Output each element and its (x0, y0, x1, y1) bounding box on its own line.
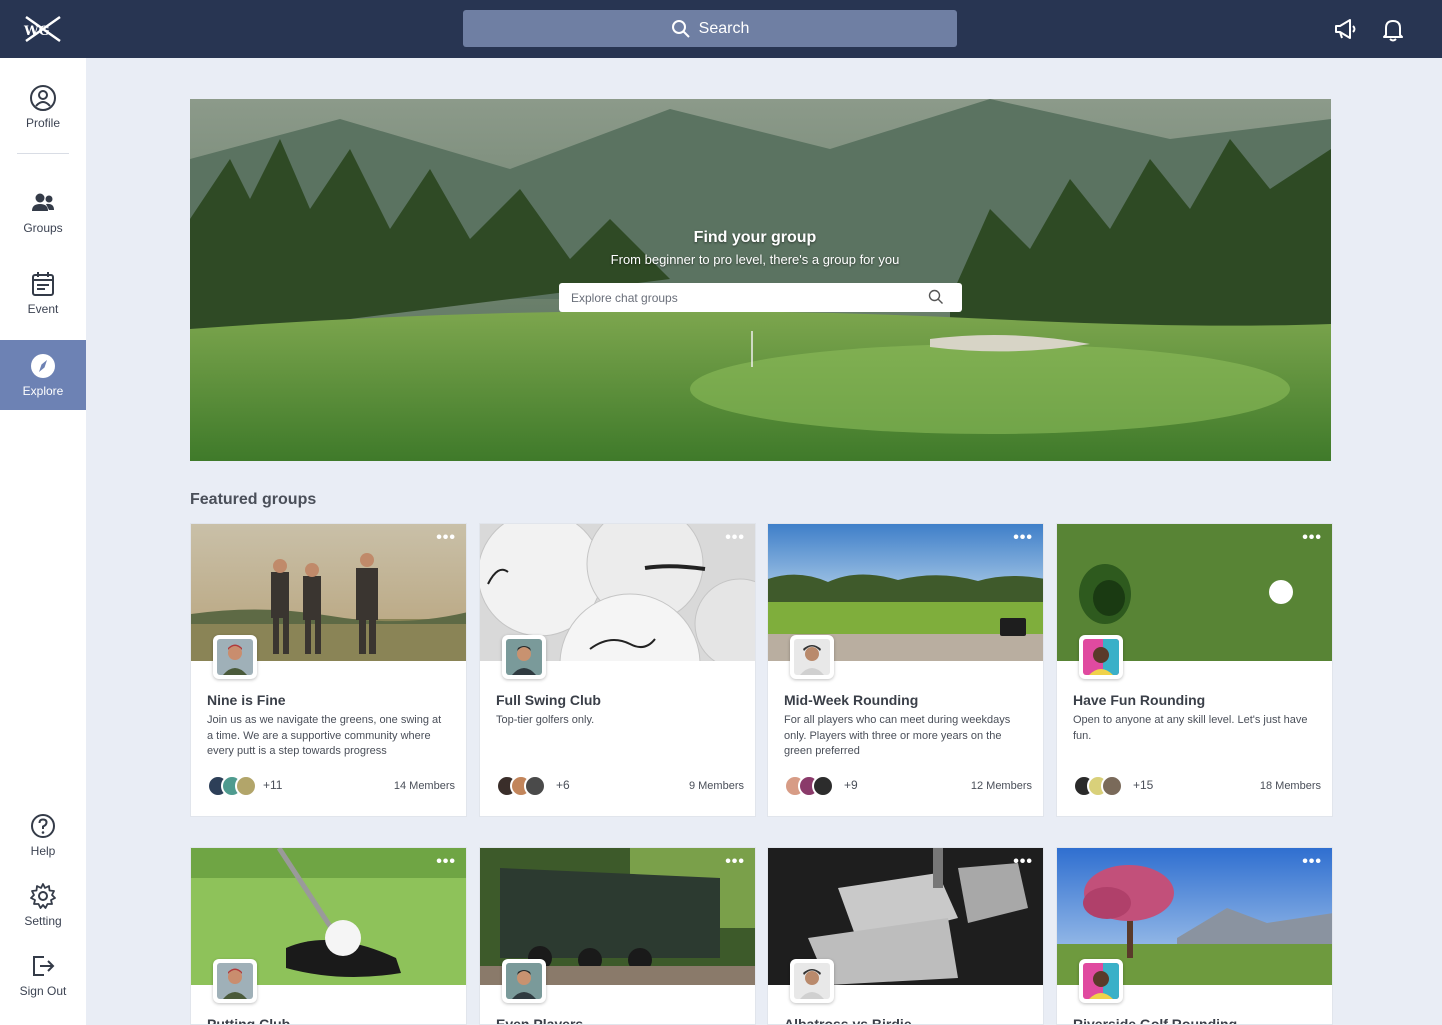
member-count: 18 Members (1259, 780, 1321, 792)
sidebar-item-label: Help (30, 844, 56, 858)
group-avatar (502, 635, 546, 679)
sidebar-item-sign-out[interactable]: Sign Out (0, 952, 86, 998)
extra-member-count: +9 (844, 778, 858, 792)
user-circle-icon (30, 85, 56, 111)
group-name: Mid-Week Rounding (784, 692, 919, 708)
more-options-icon[interactable]: ••• (1013, 530, 1033, 546)
group-name: Riverside Golf Rounding (1073, 1016, 1238, 1025)
calendar-icon (32, 272, 54, 296)
sidebar-item-groups[interactable]: Groups (0, 189, 86, 235)
sidebar-item-explore[interactable]: Explore (0, 340, 86, 410)
hero-subtitle: From beginner to pro level, there's a gr… (610, 252, 900, 267)
svg-text:WG: WG (23, 24, 50, 39)
more-options-icon[interactable]: ••• (725, 854, 745, 870)
sidebar: Profile Groups Event Explore Help Settin… (0, 58, 86, 1025)
sidebar-item-label: Setting (24, 914, 62, 928)
group-avatar (213, 635, 257, 679)
global-search[interactable]: Search (463, 10, 957, 47)
hero-golf-course-image (190, 99, 1331, 461)
group-avatar (1079, 635, 1123, 679)
group-avatar (502, 959, 546, 1003)
group-card[interactable]: ••• Albatross vs Birdie (767, 847, 1044, 1025)
group-card[interactable]: ••• Riverside Golf Rounding (1056, 847, 1333, 1025)
featured-groups-heading: Featured groups (190, 491, 317, 508)
sidebar-divider (17, 153, 69, 154)
more-options-icon[interactable]: ••• (1302, 530, 1322, 546)
member-summary: +9 12 Members (784, 775, 1032, 797)
member-avatar (812, 775, 834, 797)
search-label: Search (698, 19, 750, 37)
help-icon (31, 814, 55, 838)
member-avatar (1101, 775, 1123, 797)
group-description: For all players who can meet during week… (784, 714, 1011, 757)
group-description: Top-tier golfers only. (496, 714, 595, 726)
sidebar-item-help[interactable]: Help (0, 812, 86, 858)
gear-icon (30, 883, 56, 909)
group-avatar (790, 635, 834, 679)
member-summary: +11 14 Members (207, 775, 455, 797)
megaphone-icon[interactable] (1332, 16, 1358, 42)
extra-member-count: +11 (263, 778, 283, 792)
group-name: Have Fun Rounding (1073, 692, 1206, 708)
compass-icon (31, 354, 55, 378)
group-card[interactable]: ••• Full Swing Club Top-tier golfers onl… (479, 523, 756, 817)
member-count: 9 Members (688, 780, 744, 792)
sidebar-item-profile[interactable]: Profile (0, 84, 86, 130)
group-card[interactable]: ••• Mid-Week Rounding For all players wh… (767, 523, 1044, 817)
more-options-icon[interactable]: ••• (725, 530, 745, 546)
users-icon (32, 193, 54, 211)
group-card[interactable]: ••• Putting Club (190, 847, 467, 1025)
extra-member-count: +6 (556, 778, 570, 792)
group-name: Even Players (496, 1016, 584, 1025)
sidebar-item-label: Groups (23, 221, 63, 235)
sidebar-item-label: Explore (22, 384, 64, 398)
sidebar-item-label: Profile (25, 116, 60, 130)
hero-banner: Find your group From beginner to pro lev… (190, 99, 1331, 461)
member-count: 12 Members (970, 780, 1032, 792)
group-avatar (790, 959, 834, 1003)
member-summary: +15 18 Members (1073, 775, 1321, 797)
search-icon (671, 19, 690, 38)
bell-icon[interactable] (1380, 16, 1406, 42)
group-card[interactable]: ••• Nine is Fine Join us as we navigate … (190, 523, 467, 817)
more-options-icon[interactable]: ••• (436, 854, 456, 870)
sidebar-item-setting[interactable]: Setting (0, 882, 86, 928)
more-options-icon[interactable]: ••• (1302, 854, 1322, 870)
group-description: Join us as we navigate the greens, one s… (207, 714, 442, 757)
hero-title: Find your group (693, 229, 817, 246)
top-bar: WG Search (0, 0, 1442, 58)
member-avatar (235, 775, 257, 797)
explore-groups-search-input[interactable] (559, 283, 962, 312)
extra-member-count: +15 (1133, 778, 1154, 792)
group-avatar (213, 959, 257, 1003)
sidebar-item-event[interactable]: Event (0, 270, 86, 316)
member-avatar (524, 775, 546, 797)
group-card[interactable]: ••• Have Fun Rounding Open to anyone at … (1056, 523, 1333, 817)
group-name: Putting Club (207, 1016, 291, 1025)
more-options-icon[interactable]: ••• (1013, 854, 1033, 870)
group-name: Albatross vs Birdie (784, 1016, 912, 1025)
wg-logo[interactable]: WG (22, 13, 64, 45)
sign-out-icon (33, 956, 55, 976)
member-count: 14 Members (393, 780, 455, 792)
group-card[interactable]: ••• Even Players (479, 847, 756, 1025)
group-avatar (1079, 959, 1123, 1003)
group-name: Full Swing Club (496, 692, 601, 708)
member-summary: +6 9 Members (496, 775, 744, 797)
sidebar-item-label: Event (27, 302, 59, 316)
sidebar-item-label: Sign Out (19, 984, 67, 998)
more-options-icon[interactable]: ••• (436, 530, 456, 546)
group-description: Open to anyone at any skill level. Let's… (1073, 714, 1308, 742)
search-icon[interactable] (928, 289, 944, 305)
group-name: Nine is Fine (207, 692, 286, 708)
